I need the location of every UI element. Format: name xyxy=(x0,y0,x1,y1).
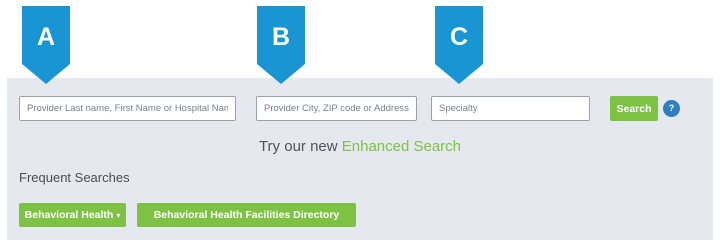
location-input[interactable] xyxy=(257,97,416,120)
callout-letter-c: C xyxy=(449,23,469,51)
enhanced-search-link[interactable]: Enhanced Search xyxy=(342,138,461,155)
callout-marker-b: B xyxy=(255,6,307,86)
callout-letter-a: A xyxy=(36,23,56,51)
provider-name-field xyxy=(19,96,236,121)
location-field xyxy=(256,96,417,121)
frequent-searches-heading: Frequent Searches xyxy=(19,170,130,185)
help-icon[interactable]: ? xyxy=(663,100,680,117)
specialty-input[interactable] xyxy=(432,97,589,120)
behavioral-health-dropdown-button[interactable]: Behavioral Health ▾ xyxy=(19,203,126,227)
enhanced-search-prompt: Try our new Enhanced Search xyxy=(0,138,720,155)
search-button[interactable]: Search xyxy=(610,96,658,121)
enhanced-search-prefix: Try our new xyxy=(258,138,342,155)
callout-letter-b: B xyxy=(271,23,291,51)
callout-marker-a: A xyxy=(20,6,72,86)
behavioral-health-label: Behavioral Health xyxy=(24,209,114,221)
behavioral-health-facilities-directory-button[interactable]: Behavioral Health Facilities Directory xyxy=(137,203,356,227)
callout-marker-c: C xyxy=(433,6,485,86)
chevron-down-icon: ▾ xyxy=(116,211,121,220)
facilities-directory-label: Behavioral Health Facilities Directory xyxy=(153,209,340,221)
provider-name-input[interactable] xyxy=(20,97,235,120)
specialty-field xyxy=(431,96,590,121)
